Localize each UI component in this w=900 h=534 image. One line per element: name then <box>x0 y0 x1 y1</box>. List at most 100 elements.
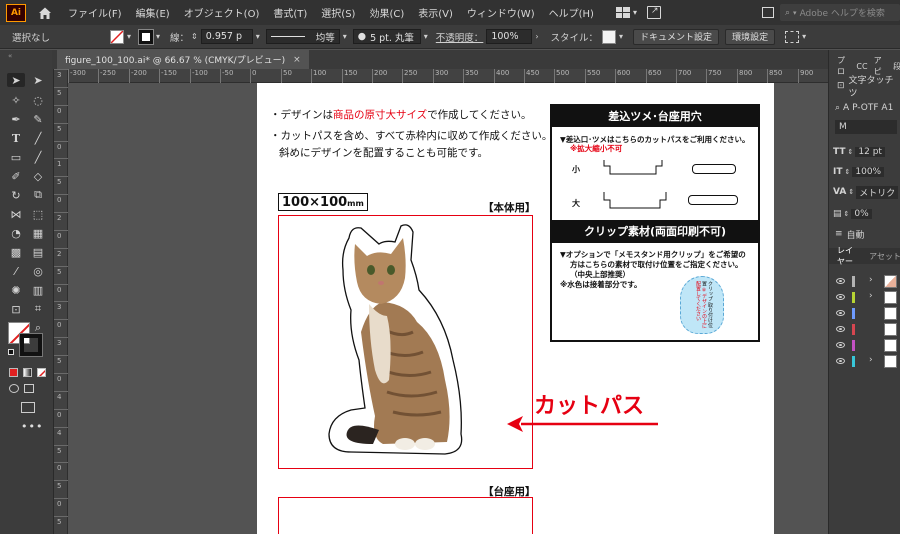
stroke-weight-chevron-icon[interactable]: ▾ <box>256 32 260 41</box>
chevron-right-icon[interactable]: › <box>869 291 873 301</box>
tracking-row[interactable]: ▤ ⇕ 0% <box>829 206 900 222</box>
menu-window[interactable]: ウィンドウ(W) <box>467 5 535 20</box>
font-style-field[interactable]: M <box>835 120 897 134</box>
tab-paragraph[interactable]: 段 <box>893 61 900 72</box>
column-graph-tool-icon[interactable]: ▥ <box>29 283 47 297</box>
rotate-tool-icon[interactable]: ↻ <box>7 188 25 202</box>
document-tab[interactable]: figure_100_100.ai* @ 66.67 % (CMYK/プレビュー… <box>57 50 309 69</box>
eraser-tool-icon[interactable]: ◇ <box>29 169 47 183</box>
pen-tool-icon[interactable]: ✒ <box>7 112 25 126</box>
menu-file[interactable]: ファイル(F) <box>68 5 122 20</box>
artboard-tool-icon[interactable]: ⊡ <box>7 302 25 316</box>
eye-icon[interactable] <box>836 278 845 284</box>
eye-icon[interactable] <box>836 294 845 300</box>
more-tools-icon[interactable]: ••• <box>21 420 43 433</box>
layer-row[interactable] <box>829 306 900 321</box>
variable-width-profile[interactable]: 均等 <box>265 29 340 44</box>
layer-row[interactable] <box>829 322 900 337</box>
menu-type[interactable]: 書式(T) <box>273 5 307 20</box>
menu-view[interactable]: 表示(V) <box>418 5 453 20</box>
menu-select[interactable]: 選択(S) <box>321 5 355 20</box>
fill-chevron-icon[interactable]: ▾ <box>127 32 131 41</box>
artboard[interactable]: ・デザインは商品の原寸大サイズで作成してください。 ・カットパスを含め、すべて赤… <box>257 83 774 534</box>
auto-row[interactable]: ≡ 自動 <box>829 226 900 242</box>
touch-type-row[interactable]: ⊡ 文字タッチツ <box>829 76 900 99</box>
workspace-switcher-icon[interactable] <box>615 7 630 18</box>
stroke-weight-field[interactable]: 0.957 p <box>200 29 253 44</box>
paintbrush-tool-icon[interactable]: ╱ <box>29 150 47 164</box>
vertical-ruler[interactable]: 3 5 0 5 0 1 5 0 2 0 2 5 0 3 0 3 5 0 4 0 4 5 0 5 0 5 <box>54 69 68 534</box>
selection-tool-icon[interactable]: ➤ <box>7 73 25 87</box>
curvature-tool-icon[interactable]: ✎ <box>29 112 47 126</box>
eye-icon[interactable] <box>836 358 845 364</box>
arrange-chevron-icon[interactable]: ▾ <box>802 32 806 41</box>
menu-edit[interactable]: 編集(E) <box>136 5 170 20</box>
layer-row[interactable]: › <box>829 354 900 369</box>
stroke-stepper-icon[interactable]: ⇕ <box>191 32 198 41</box>
kerning-row[interactable]: VA ⇕ メトリク <box>829 184 900 200</box>
menu-effect[interactable]: 効果(C) <box>369 5 404 20</box>
close-icon[interactable]: × <box>293 55 301 65</box>
width-tool-icon[interactable]: ⋈ <box>7 207 25 221</box>
tracking-stepper-icon[interactable]: ⇕ <box>844 210 850 218</box>
tab-layers[interactable]: レイヤー <box>829 245 859 267</box>
font-size-row[interactable]: TT ⇕ 12 pt <box>829 144 900 160</box>
menu-help[interactable]: ヘルプ(H) <box>549 5 594 20</box>
direct-selection-tool-icon[interactable]: ➤ <box>29 73 47 87</box>
type-tool-icon[interactable]: T <box>7 131 25 145</box>
home-icon[interactable] <box>38 6 52 20</box>
perspective-grid-tool-icon[interactable]: ▦ <box>29 226 47 240</box>
chevron-right-icon[interactable]: › <box>869 355 873 365</box>
send-icon[interactable]: ↗ <box>646 6 661 19</box>
opacity-chevron-icon[interactable]: › <box>535 32 538 41</box>
stroke-chevron-icon[interactable]: ▾ <box>156 32 160 41</box>
chevron-down-icon[interactable]: ▾ <box>633 8 637 17</box>
lasso-tool-icon[interactable]: ◌ <box>29 93 47 107</box>
scale-stepper-icon[interactable]: ⇕ <box>845 168 851 176</box>
none-mode-icon[interactable] <box>37 368 46 377</box>
tab-cc-libraries[interactable]: CC <box>856 62 867 71</box>
shape-builder-tool-icon[interactable]: ◔ <box>7 226 25 240</box>
kerning-stepper-icon[interactable]: ⇕ <box>848 188 854 196</box>
opacity-field[interactable]: 100% <box>486 29 533 44</box>
zoom-tool-icon[interactable]: ⌕ <box>29 321 47 335</box>
arrange-icon[interactable] <box>785 30 800 43</box>
eye-icon[interactable] <box>836 326 845 332</box>
brush-chevron-icon[interactable]: ▾ <box>424 32 428 41</box>
blend-tool-icon[interactable]: ◎ <box>29 264 47 278</box>
screen-mode-icon[interactable] <box>21 402 35 413</box>
default-colors-icon[interactable] <box>8 349 14 355</box>
gradient-mode-icon[interactable] <box>23 368 32 377</box>
stroke-color-box[interactable] <box>19 333 43 357</box>
fill-swatch[interactable] <box>110 29 124 44</box>
free-transform-tool-icon[interactable]: ⬚ <box>29 207 47 221</box>
color-mode-icon[interactable] <box>9 368 18 377</box>
tab-assets[interactable]: アセット <box>859 251 900 262</box>
draw-mode-icon[interactable] <box>9 384 19 393</box>
layer-row[interactable]: › <box>829 290 900 305</box>
preferences-button[interactable]: 環境設定 <box>725 28 776 45</box>
cat-artwork[interactable] <box>321 220 491 460</box>
help-search[interactable]: ⌕ ▾ Adobe ヘルプを検索 <box>780 4 900 21</box>
rectangle-tool-icon[interactable]: ▭ <box>7 150 25 164</box>
layer-row[interactable] <box>829 338 900 353</box>
font-family-row[interactable]: ⌕ A P-OTF A1 <box>829 100 900 116</box>
line-tool-icon[interactable]: ╱ <box>29 131 47 145</box>
style-chevron-icon[interactable]: ▾ <box>619 32 623 41</box>
gradient-tool-icon[interactable]: ▤ <box>29 245 47 259</box>
scale-row[interactable]: IT ⇕ 100% <box>829 164 900 180</box>
panel-collapse-icon[interactable]: « <box>8 52 12 60</box>
magic-wand-tool-icon[interactable]: ✧ <box>7 93 25 107</box>
draw-behind-icon[interactable] <box>24 384 34 393</box>
shaper-tool-icon[interactable]: ✐ <box>7 169 25 183</box>
layer-row[interactable]: › <box>829 274 900 289</box>
brush-definition[interactable]: ● 5 pt. 丸筆 <box>352 29 421 44</box>
horizontal-ruler[interactable]: -300 -250 -200 -150 -100 -50 0 50 100 150 200 250 30… <box>68 69 828 83</box>
stroke-swatch[interactable] <box>138 28 155 45</box>
slice-tool-icon[interactable]: ⌗ <box>29 302 47 316</box>
profile-chevron-icon[interactable]: ▾ <box>343 32 347 41</box>
eye-icon[interactable] <box>836 310 845 316</box>
chevron-right-icon[interactable]: › <box>869 275 873 285</box>
eyedropper-tool-icon[interactable]: ⁄ <box>7 264 25 278</box>
menu-object[interactable]: オブジェクト(O) <box>184 5 260 20</box>
